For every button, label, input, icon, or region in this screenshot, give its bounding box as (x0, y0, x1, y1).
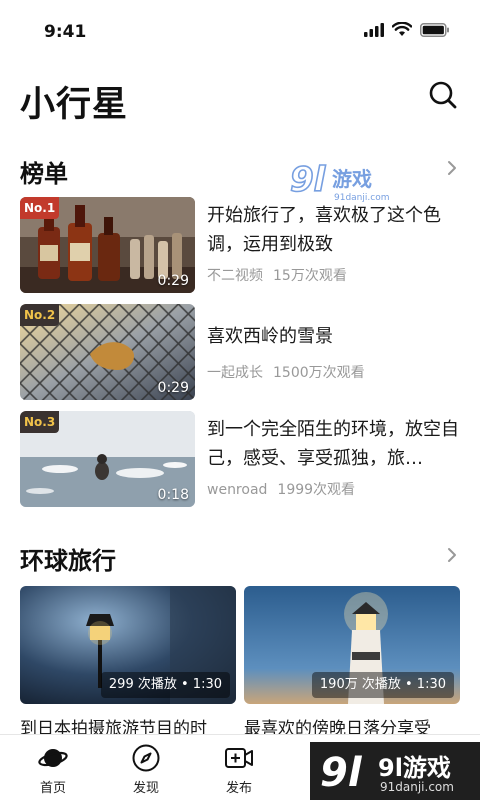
video-author[interactable]: 一起成长 (207, 365, 263, 381)
video-thumbnail[interactable]: No.1 0:29 (20, 197, 195, 293)
video-meta: wenroad 1999次观看 (207, 479, 355, 499)
section-title-travel: 环球旅行 (20, 547, 116, 575)
watermark-logo-icon: 9l (320, 750, 363, 794)
search-icon[interactable] (428, 80, 458, 110)
video-title[interactable]: 喜欢西岭的雪景 (207, 322, 459, 351)
video-duration: 1:30 (416, 677, 446, 692)
video-views: 15万次观看 (273, 268, 347, 284)
play-count: 299 次播放 (108, 677, 177, 692)
planet-icon (38, 749, 68, 767)
tab-label: 首页 (39, 781, 66, 796)
video-author[interactable]: wenroad (207, 482, 267, 498)
travel-section-header: 环球旅行 (0, 537, 480, 577)
rank-badge: No.1 (20, 197, 60, 219)
watermark-brand: 9l游戏 (378, 754, 451, 782)
chevron-right-icon[interactable] (444, 158, 460, 178)
video-title[interactable]: 到一个完全陌生的环境，放空自己，感受、享受孤独，旅… (207, 415, 459, 473)
tab-label: 发布 (225, 781, 252, 796)
status-time: 9:41 (44, 22, 87, 42)
card-play-info: 299 次播放 • 1:30 (100, 672, 230, 698)
tab-label: 发现 (132, 781, 159, 796)
video-duration: 0:18 (157, 487, 189, 503)
rank-badge: No.2 (20, 304, 60, 326)
battery-icon (420, 22, 449, 37)
status-icons (364, 22, 450, 37)
video-author[interactable]: 不二视频 (207, 268, 263, 284)
video-meta: 不二视频 15万次观看 (207, 265, 347, 285)
wifi-icon (392, 22, 412, 36)
tab-home[interactable]: 首页 (5, 735, 101, 800)
svg-text:9l: 9l (320, 750, 363, 794)
svg-text:9l: 9l (290, 160, 327, 200)
rank-badge: No.3 (20, 411, 60, 433)
rank-list-item[interactable]: No.2 0:29 喜欢西岭的雪景 一起成长 1500万次观看 (20, 304, 460, 400)
rank-list-item[interactable]: No.3 0:18 到一个完全陌生的环境，放空自己，感受、享受孤独，旅… wen… (20, 411, 460, 507)
signal-icon (364, 22, 384, 37)
video-duration: 1:30 (192, 677, 222, 692)
video-thumbnail[interactable]: No.2 0:29 (20, 304, 195, 400)
svg-text:游戏: 游戏 (332, 167, 372, 191)
compass-icon (132, 744, 160, 772)
status-bar: 9:41 (0, 0, 480, 64)
video-views: 1999次观看 (277, 482, 356, 498)
ranking-section-header: 榜单 (0, 150, 480, 190)
tab-publish[interactable]: 发布 (191, 735, 287, 800)
video-add-icon (225, 748, 253, 768)
video-views: 1500万次观看 (273, 365, 365, 381)
video-duration: 0:29 (157, 380, 189, 396)
watermark-banner: 9l 9l游戏 91danji.com (310, 742, 480, 800)
video-title[interactable]: 开始旅行了，喜欢极了这个色调，运用到极致 (207, 201, 459, 259)
travel-card[interactable]: 190万 次播放 • 1:30 最喜欢的傍晚日落分享受 (244, 586, 460, 739)
card-play-info: 190万 次播放 • 1:30 (311, 672, 454, 698)
section-title-ranking: 榜单 (20, 160, 68, 188)
app-header: 小行星 (0, 72, 480, 128)
play-count: 190万 次播放 (319, 677, 401, 692)
travel-card[interactable]: 299 次播放 • 1:30 到日本拍摄旅游节目的时 (20, 586, 236, 739)
rank-list-item[interactable]: No.1 0:29 开始旅行了，喜欢极了这个色调，运用到极致 不二视频 15万次观… (20, 197, 460, 293)
video-duration: 0:29 (157, 273, 189, 289)
video-thumbnail[interactable]: 299 次播放 • 1:30 (20, 586, 236, 704)
page-title: 小行星 (20, 85, 129, 125)
video-thumbnail[interactable]: 190万 次播放 • 1:30 (244, 586, 460, 704)
video-thumbnail[interactable]: No.3 0:18 (20, 411, 195, 507)
chevron-right-icon[interactable] (444, 545, 460, 565)
video-meta: 一起成长 1500万次观看 (207, 362, 365, 382)
tab-discover[interactable]: 发现 (98, 735, 194, 800)
watermark-url: 91danji.com (380, 780, 454, 794)
